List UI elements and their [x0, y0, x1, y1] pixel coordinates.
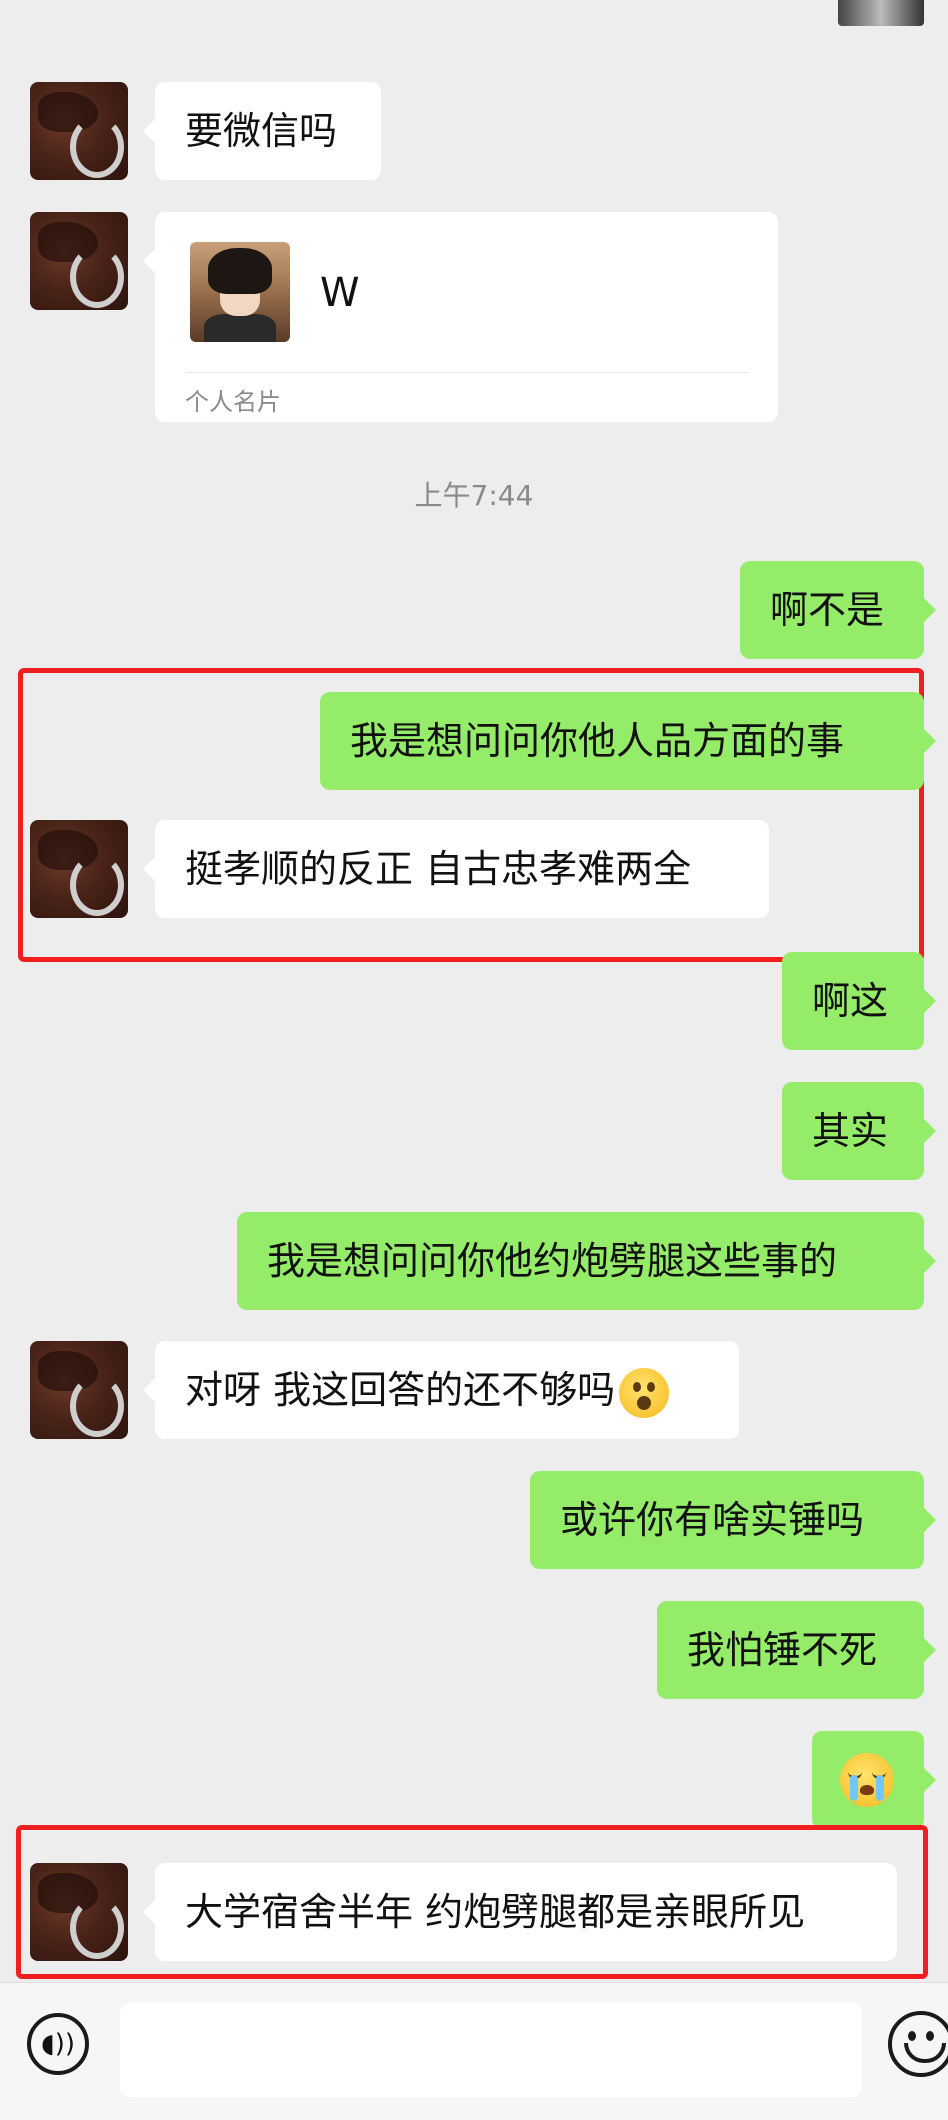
emoji-icon[interactable] — [888, 2011, 948, 2077]
message-input[interactable] — [120, 2003, 862, 2097]
outgoing-message-bubble[interactable]: 我是想问问你他约炮劈腿这些事的 — [237, 1212, 936, 1310]
surprised-emoji — [619, 1367, 670, 1418]
incoming-message-bubble[interactable]: 大学宿舍半年 约炮劈腿都是亲眼所见 — [143, 1863, 897, 1961]
contact-avatar[interactable] — [30, 1341, 128, 1439]
contact-avatar[interactable] — [30, 212, 128, 310]
incoming-message-bubble[interactable]: 对呀 我这回答的还不够吗 — [143, 1341, 739, 1439]
card-type-label: 个人名片 — [185, 388, 281, 416]
incoming-message-bubble[interactable]: 要微信吗 — [143, 82, 381, 180]
voice-icon[interactable]: ◖)) — [27, 2013, 89, 2075]
input-bar: ◖)) — [0, 1982, 948, 2120]
message-text: 对呀 我这回答的还不够吗 — [185, 1368, 616, 1412]
contact-avatar[interactable] — [30, 82, 128, 180]
outgoing-message-bubble[interactable]: 其实 — [782, 1082, 936, 1180]
outgoing-emoji-bubble[interactable] — [812, 1731, 936, 1829]
contact-card[interactable]: W 个人名片 — [143, 212, 778, 422]
contact-avatar[interactable] — [30, 1863, 128, 1961]
outgoing-message-bubble[interactable]: 啊不是 — [740, 561, 936, 659]
card-name: W — [320, 270, 360, 316]
outgoing-message-bubble[interactable]: 我是想问问你他人品方面的事 — [320, 692, 936, 790]
card-divider — [185, 372, 748, 373]
incoming-message-bubble[interactable]: 挺孝顺的反正 自古忠孝难两全 — [143, 820, 769, 918]
message-timestamp: 上午7:44 — [414, 479, 534, 512]
contact-avatar[interactable] — [30, 820, 128, 918]
partial-image-thumbnail[interactable] — [838, 0, 924, 26]
crying-emoji — [840, 1753, 894, 1807]
outgoing-message-bubble[interactable]: 或许你有啥实锤吗 — [530, 1471, 936, 1569]
card-avatar — [190, 242, 290, 342]
outgoing-message-bubble[interactable]: 啊这 — [782, 952, 936, 1050]
outgoing-message-bubble[interactable]: 我怕锤不死 — [657, 1601, 936, 1699]
